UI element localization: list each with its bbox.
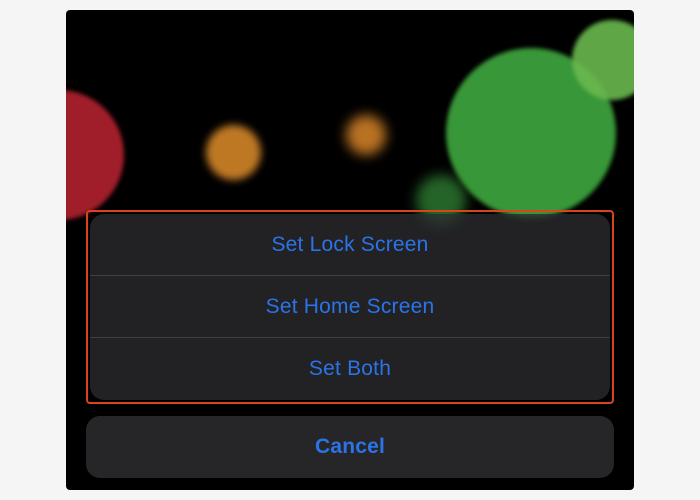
action-label: Set Both: [309, 357, 391, 381]
bokeh-circle: [206, 125, 261, 180]
set-lock-screen-button[interactable]: Set Lock Screen: [90, 214, 610, 276]
action-label: Set Home Screen: [266, 295, 435, 319]
action-label: Set Lock Screen: [271, 233, 428, 257]
bokeh-circle: [66, 90, 124, 220]
set-home-screen-button[interactable]: Set Home Screen: [90, 276, 610, 338]
action-sheet-options-group: Set Lock Screen Set Home Screen Set Both: [90, 214, 610, 400]
bokeh-circle: [346, 115, 386, 155]
annotation-highlight: Set Lock Screen Set Home Screen Set Both: [86, 210, 614, 404]
set-both-button[interactable]: Set Both: [90, 338, 610, 400]
wallpaper-preview-screen: Set Lock Screen Set Home Screen Set Both…: [66, 10, 634, 490]
cancel-label: Cancel: [315, 435, 385, 459]
cancel-button[interactable]: Cancel: [86, 416, 614, 478]
action-sheet: Set Lock Screen Set Home Screen Set Both…: [66, 210, 634, 478]
